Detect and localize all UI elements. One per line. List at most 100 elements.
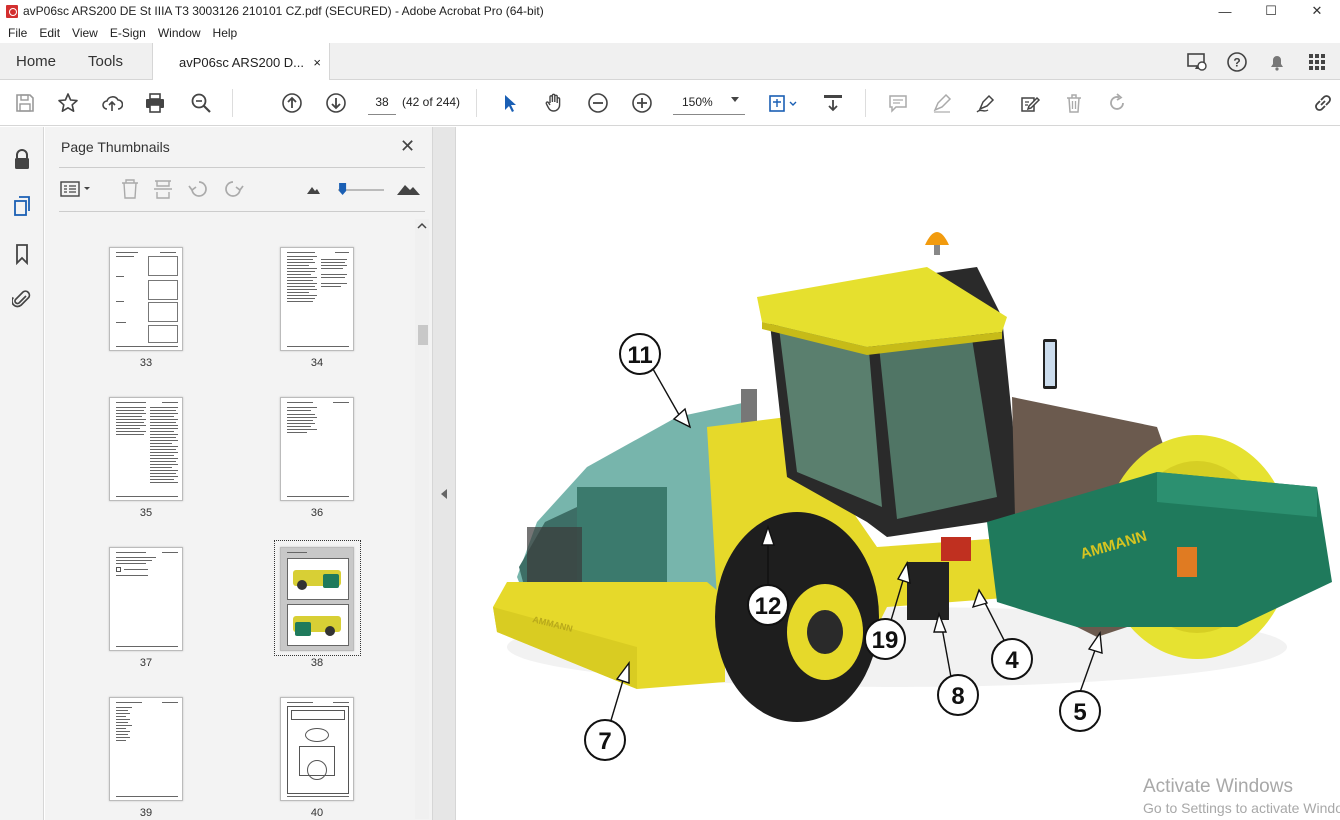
bookmarks-icon[interactable] — [10, 242, 34, 266]
highlight-pen-icon[interactable] — [929, 90, 955, 116]
share-screen-icon[interactable] — [1184, 49, 1210, 75]
page-number-input[interactable]: 38 — [368, 89, 396, 115]
svg-text:8: 8 — [951, 683, 964, 710]
extract-page-icon[interactable] — [154, 180, 172, 199]
tab-tools[interactable]: Tools — [88, 43, 123, 80]
delete-page-icon[interactable] — [122, 179, 138, 199]
activation-watermark-title: Activate Windows — [1143, 776, 1293, 797]
scroll-mode-icon[interactable] — [820, 90, 846, 116]
panel-title: Page Thumbnails — [61, 139, 170, 155]
options-menu-icon[interactable] — [60, 181, 90, 197]
delete-trash-icon[interactable] — [1061, 90, 1087, 116]
comment-icon[interactable] — [885, 90, 911, 116]
menu-edit[interactable]: Edit — [33, 26, 66, 40]
thumbnail-page-number: 33 — [139, 357, 153, 369]
close-window-button[interactable]: ✕ — [1294, 0, 1340, 22]
page-thumbnail-36[interactable] — [280, 397, 354, 501]
print-icon[interactable] — [142, 90, 168, 116]
menu-esign[interactable]: E-Sign — [104, 26, 152, 40]
redo-icon[interactable] — [1104, 90, 1130, 116]
page-thumbnail-38[interactable] — [280, 547, 354, 651]
panel-scrollbar[interactable] — [415, 219, 429, 819]
minimize-button[interactable]: — — [1202, 0, 1248, 22]
bookmark-star-icon[interactable] — [55, 90, 81, 116]
menu-window[interactable]: Window — [152, 26, 207, 40]
page-thumbnails-panel: Page Thumbnails ✕ 33 34 35 36 37 38 39 4… — [45, 127, 432, 820]
share-link-icon[interactable] — [1310, 90, 1336, 116]
upload-cloud-icon[interactable] — [99, 90, 125, 116]
callout-7: 7 — [584, 719, 626, 761]
page-count-label: (42 of 244) — [402, 95, 461, 109]
thumbnail-size-small-icon[interactable] — [307, 187, 320, 194]
rotate-clockwise-icon[interactable] — [225, 181, 244, 197]
previous-page-icon[interactable] — [279, 90, 305, 116]
zoom-out-icon[interactable] — [585, 90, 611, 116]
help-icon[interactable]: ? — [1224, 49, 1250, 75]
attachments-paperclip-icon[interactable] — [10, 287, 34, 311]
window-titlebar: avP06sc ARS200 DE St IIIA T3 3003126 210… — [0, 0, 1340, 22]
thumbnail-page-number: 39 — [139, 807, 153, 819]
navigation-rail — [0, 127, 44, 820]
page-thumbnail-39[interactable] — [109, 697, 183, 801]
header-right-icons: ? — [1184, 49, 1330, 75]
next-page-icon[interactable] — [323, 90, 349, 116]
tab-document-label: avP06sc ARS200 D... — [179, 54, 305, 70]
callout-19: 19 — [864, 618, 906, 660]
panel-close-icon[interactable]: ✕ — [400, 136, 415, 157]
zoom-level-select[interactable]: 150% — [673, 89, 745, 115]
window-title: avP06sc ARS200 DE St IIIA T3 3003126 210… — [23, 4, 544, 18]
page-thumbnail-34[interactable] — [280, 247, 354, 351]
thumbnail-page-number: 38 — [310, 657, 324, 669]
scroll-up-icon[interactable] — [415, 219, 429, 233]
page-thumbnail-37[interactable] — [109, 547, 183, 651]
zoom-in-icon[interactable] — [629, 90, 655, 116]
thumbnail-page-number: 35 — [139, 507, 153, 519]
panel-splitter[interactable] — [432, 127, 456, 820]
tab-home[interactable]: Home — [16, 43, 56, 80]
panel-toolbar — [59, 177, 425, 203]
thumbnail-size-slider[interactable] — [338, 183, 384, 195]
document-view[interactable]: AMMANN AMMANN 11 12 19 8 4 5 7 — [457, 127, 1340, 820]
menu-view[interactable]: View — [66, 26, 104, 40]
svg-text:5: 5 — [1073, 699, 1086, 726]
page-thumbnail-40[interactable] — [280, 697, 354, 801]
tab-document[interactable]: avP06sc ARS200 D... × — [152, 43, 330, 81]
zoom-search-icon[interactable] — [188, 90, 214, 116]
page-thumbnail-35[interactable] — [109, 397, 183, 501]
svg-text:4: 4 — [1005, 647, 1019, 674]
panel-scrollbar-thumb[interactable] — [418, 325, 428, 345]
lock-icon[interactable] — [10, 147, 34, 171]
select-cursor-icon[interactable] — [497, 90, 523, 116]
svg-text:19: 19 — [872, 627, 899, 654]
hand-tool-icon[interactable] — [541, 90, 567, 116]
thumbnail-page-number: 36 — [310, 507, 324, 519]
svg-text:12: 12 — [755, 593, 782, 620]
page-fit-icon[interactable] — [765, 90, 801, 116]
chevron-down-icon — [731, 97, 739, 102]
menu-help[interactable]: Help — [207, 26, 244, 40]
maximize-button[interactable]: ☐ — [1248, 0, 1294, 22]
edit-pdf-icon[interactable] — [1017, 90, 1043, 116]
callout-8: 8 — [937, 674, 979, 716]
collapse-panel-arrow-icon[interactable] — [441, 489, 447, 499]
activation-watermark-subtitle: Go to Settings to activate Windows. — [1143, 800, 1340, 816]
thumbnail-page-number: 37 — [139, 657, 153, 669]
callout-12: 12 — [747, 584, 789, 626]
page-thumbnails-icon[interactable] — [10, 194, 34, 218]
panel-divider — [59, 211, 425, 212]
callout-11: 11 — [619, 333, 661, 375]
svg-text:7: 7 — [598, 728, 611, 755]
zoom-level-value: 150% — [682, 94, 713, 109]
sign-pen-icon[interactable] — [973, 90, 999, 116]
notifications-bell-icon[interactable] — [1264, 49, 1290, 75]
page-thumbnail-33[interactable] — [109, 247, 183, 351]
apps-grid-icon[interactable] — [1304, 49, 1330, 75]
menu-file[interactable]: File — [2, 26, 33, 40]
tab-close-icon[interactable]: × — [313, 55, 321, 70]
tab-bar: Home Tools avP06sc ARS200 D... × ? — [0, 43, 1340, 81]
toolbar-separator — [232, 89, 233, 117]
save-icon[interactable] — [12, 90, 38, 116]
thumbnail-size-large-icon[interactable] — [397, 185, 420, 195]
svg-text:11: 11 — [627, 342, 652, 369]
rotate-counterclockwise-icon[interactable] — [188, 181, 207, 197]
